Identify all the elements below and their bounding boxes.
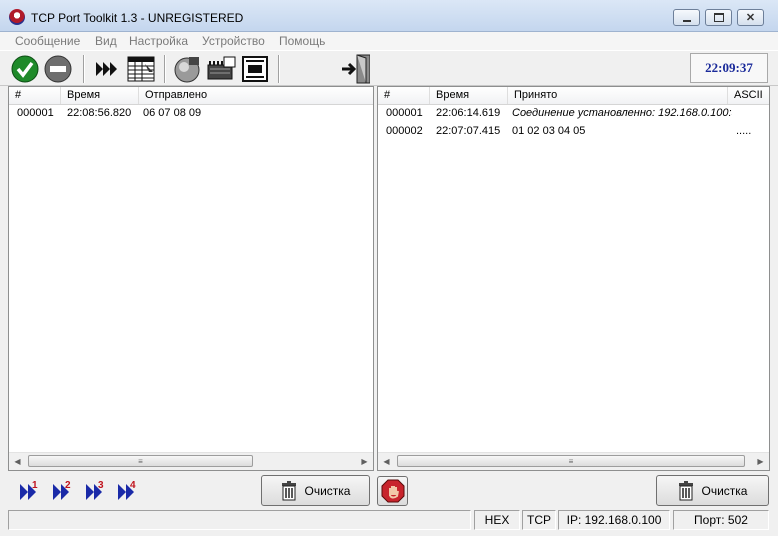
received-pane[interactable]: # Время Принято ASCII 000001 22:06:14.61… [377,86,770,471]
macro-send-icon: 3 [86,480,104,500]
macro-1-label: 1 [32,480,38,491]
trash-icon [678,480,693,500]
network-button[interactable] [172,54,202,84]
toolbar-separator [278,55,280,83]
macro-4-button[interactable]: 4 [116,478,144,502]
title-bar: TCP Port Toolkit 1.3 - UNREGISTERED ✕ [0,0,778,32]
recv-col-time[interactable]: Время [430,87,508,104]
network-icon [174,57,200,83]
macro-send-icon: 2 [53,480,71,500]
settings-icon [242,56,268,82]
menu-device[interactable]: Устройство [202,34,265,48]
clear-sent-button[interactable]: Очистка [261,475,370,506]
disconnect-button[interactable] [43,54,73,84]
minimize-button[interactable] [673,9,700,26]
minimize-icon [682,19,691,22]
maximize-button[interactable] [705,9,732,26]
connect-button[interactable] [10,54,40,84]
clock-display: 22:09:37 [690,53,768,83]
toolbar-separator [83,55,85,83]
sent-col-data[interactable]: Отправлено [139,87,373,104]
macro-3-button[interactable]: 3 [84,478,112,502]
exit-button[interactable] [340,54,370,84]
row-time: 22:07:07.415 [436,125,501,137]
restore-icon [713,13,724,22]
scroll-left-icon[interactable]: ◀ [378,453,395,470]
recv-col-ascii[interactable]: ASCII [728,87,769,104]
macro-3-label: 3 [98,480,104,491]
macro-send-icon: 4 [118,480,136,500]
recv-col-data[interactable]: Принято [508,87,728,104]
settings-button[interactable] [240,54,270,84]
table-row[interactable]: 000002 22:07:07.415 01 02 03 04 05 ..... [378,123,769,140]
recv-header: # Время Принято ASCII [378,87,769,105]
scroll-right-icon[interactable]: ▶ [752,453,769,470]
clear-received-button[interactable]: Очистка [656,475,769,506]
sent-header: # Время Отправлено [9,87,373,105]
toolbar [0,50,778,86]
recv-hscrollbar[interactable]: ◀ ≡ ▶ [378,452,769,470]
close-icon: ✕ [745,12,756,24]
send-fast-icon [96,62,117,76]
row-num: 000001 [386,107,423,119]
row-time: 22:06:14.619 [436,107,501,119]
connect-icon [11,55,39,83]
row-data: Соединение установленно: 192.168.0.100:5… [512,107,732,119]
app-icon [9,9,25,25]
menu-help[interactable]: Помощь [279,34,325,48]
scroll-right-icon[interactable]: ▶ [356,453,373,470]
trash-icon [281,480,296,500]
menu-view[interactable]: Вид [95,34,117,48]
hardware-button[interactable] [206,54,236,84]
status-format: HEX [474,510,520,530]
table-row[interactable]: 000001 22:06:14.619 Соединение установле… [378,105,769,122]
macro-4-label: 4 [130,480,136,491]
stop-hand-icon [381,479,404,503]
row-data: 01 02 03 04 05 [512,125,586,137]
macro-send-icon: 1 [20,480,38,500]
stop-button[interactable] [377,476,408,506]
status-port: Порт: 502 [673,510,769,530]
status-protocol: TCP [522,510,556,530]
row-ascii [728,105,769,122]
status-main [8,510,471,530]
menu-message[interactable]: Сообщение [15,34,80,48]
macro-2-label: 2 [65,480,71,491]
disconnect-icon [44,55,72,83]
toolbar-separator [164,55,166,83]
macro-1-button[interactable]: 1 [18,478,46,502]
table-row[interactable]: 000001 22:08:56.820 06 07 08 09 [9,105,373,122]
sent-hscrollbar[interactable]: ◀ ≡ ▶ [9,452,373,470]
row-ascii: ..... [736,125,752,137]
status-bar: HEX TCP IP: 192.168.0.100 Порт: 502 [0,508,778,536]
clear-sent-label: Очистка [304,483,351,498]
sent-col-time[interactable]: Время [61,87,139,104]
exit-icon [342,54,370,84]
scroll-thumb[interactable]: ≡ [397,455,745,467]
menu-settings[interactable]: Настройка [129,34,188,48]
window-title: TCP Port Toolkit 1.3 - UNREGISTERED [31,11,244,25]
send-table-button[interactable] [126,54,156,84]
scroll-thumb[interactable]: ≡ [28,455,253,467]
macro-2-button[interactable]: 2 [51,478,79,502]
scroll-left-icon[interactable]: ◀ [9,453,26,470]
row-time: 22:08:56.820 [67,107,132,119]
clear-received-label: Очистка [701,483,748,498]
close-button[interactable]: ✕ [737,9,764,26]
send-table-icon [127,56,155,82]
sent-col-num[interactable]: # [9,87,61,104]
sent-pane[interactable]: # Время Отправлено 000001 22:08:56.820 0… [8,86,374,471]
hardware-icon [207,56,236,80]
status-ip: IP: 192.168.0.100 [558,510,670,530]
row-num: 000002 [386,125,423,137]
recv-col-num[interactable]: # [378,87,430,104]
row-data: 06 07 08 09 [143,107,202,119]
row-num: 000001 [17,107,54,119]
send-fast-button[interactable] [92,54,122,84]
menu-bar: Сообщение Вид Настройка Устройство Помощ… [0,32,778,50]
